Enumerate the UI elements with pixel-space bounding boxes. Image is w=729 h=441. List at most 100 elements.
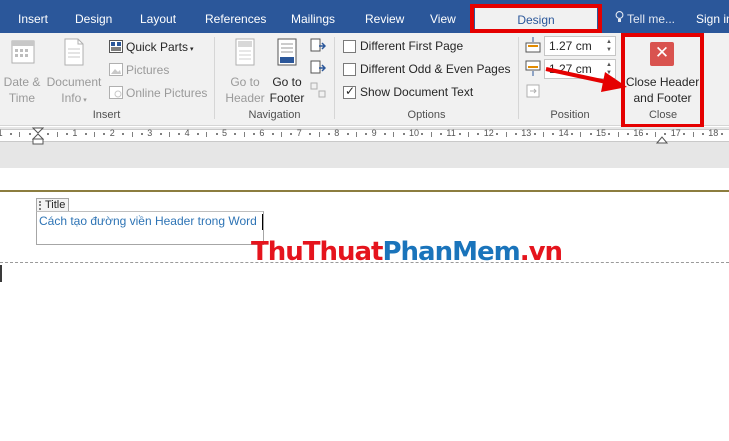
tab-layout[interactable]: Layout [140,0,176,33]
calendar-icon [11,40,35,64]
ruler-tick [655,132,657,137]
go-to-header-icon [235,38,255,66]
ruler-number: 6 [259,128,265,138]
ruler-number: 12 [483,128,494,138]
insert-alignment-tab-icon[interactable] [525,83,541,99]
ruler-tick [84,133,87,135]
pictures-label: Pictures [126,63,170,77]
ruler-tick [159,133,162,135]
ruler-number: 17 [670,128,681,138]
ruler-tick [664,133,667,135]
ruler-tick [608,133,611,135]
show-document-text-checkbox[interactable]: ✓ [343,84,356,99]
title-tag-label: Title [45,199,66,211]
document-background [0,145,729,168]
ruler-tick [47,133,50,135]
group-divider [334,37,335,119]
ruler-tick [692,132,694,137]
ruler-tick [131,132,133,137]
ruler-tick [514,133,517,135]
document-info-button[interactable]: Document Info ▾ [44,36,104,106]
header-position-icon [525,37,541,53]
title-content-control-tag[interactable]: Title [36,198,70,212]
horizontal-ruler[interactable]: 1 1 2 3 4 5 6 7 8 9 10 11 12 13 14 15 16 17 18 [0,127,729,145]
ruler-number: 1 [0,128,3,138]
ruler-number: 5 [222,128,228,138]
sign-in-link[interactable]: Sign in [696,0,729,33]
ruler-tick [430,132,432,137]
go-to-header-label-1: Go to [230,75,260,89]
ruler-tick [355,132,357,137]
ruler-tick [290,133,293,135]
go-to-header-button[interactable]: Go to Header [222,36,268,106]
text-caret [262,214,263,230]
next-section-icon[interactable] [310,60,326,76]
header-border-line [0,190,729,192]
previous-section-icon[interactable] [310,38,326,54]
document-page[interactable] [0,168,729,441]
online-pictures-button[interactable]: Online Pictures [109,85,207,101]
ruler-tick [309,133,312,135]
ruler-number: 9 [371,128,377,138]
header-position-input[interactable]: 1.27 cm ▲ ▼ [544,36,616,56]
ruler-tick [589,133,592,135]
pictures-button[interactable]: Pictures [109,62,169,78]
ruler-tick [542,132,544,137]
tab-insert[interactable]: Insert [18,0,48,33]
ruler-tick [580,132,582,137]
ruler-tick [94,132,96,137]
ruler-tick [168,132,170,137]
options-group-label: Options [407,109,446,121]
ruler-tick [9,133,12,135]
group-divider [518,37,519,119]
tell-me-box[interactable]: Tell me... [615,0,675,33]
ruler-tick [28,133,31,135]
tab-design[interactable]: Design [75,0,112,33]
go-to-footer-button[interactable]: Go to Footer [267,36,307,106]
show-document-text-label: Show Document Text [360,85,474,99]
ruler-tick [440,133,443,135]
ruler-tick [215,133,218,135]
ruler-tick [496,133,499,135]
ruler-tick [318,132,320,137]
body-text-caret [0,265,2,282]
go-to-footer-label-1: Go to [272,75,302,89]
different-odd-even-checkbox[interactable] [343,63,356,76]
ruler-tick [683,133,686,135]
document-icon [64,38,84,66]
different-odd-even-label: Different Odd & Even Pages [360,62,511,76]
ruler-tick [477,133,480,135]
ruler-tick [56,132,58,137]
tab-mailings[interactable]: Mailings [291,0,335,33]
position-group-label: Position [550,109,590,121]
tab-view[interactable]: View [430,0,456,33]
ruler-tick [701,133,704,135]
ruler-tick [402,133,405,135]
ruler-number: 14 [558,128,569,138]
ruler-number: 1 [72,128,78,138]
spinner-arrows-icon[interactable]: ▲ ▼ [605,38,613,54]
quick-parts-button[interactable]: Quick Parts ▾ [109,39,193,58]
go-to-header-label-2: Header [225,91,265,105]
ruler-number: 10 [409,128,420,138]
title-text[interactable]: Cách tạo đường viền Header trong Word [39,214,257,228]
link-to-previous-icon[interactable] [310,82,326,98]
different-first-page-checkbox[interactable] [343,40,356,53]
tab-review[interactable]: Review [365,0,404,33]
online-pictures-label: Online Pictures [126,86,208,100]
annotation-design-tab-box [470,4,602,33]
tab-references[interactable]: References [205,0,266,33]
date-time-button[interactable]: Date & Time [2,36,42,106]
ruler-number: 16 [633,128,644,138]
navigation-group-label: Navigation [248,109,301,121]
ruler-tick [645,133,648,135]
ruler-number: 15 [596,128,607,138]
ruler-tick [505,132,507,137]
ruler-tick [178,133,181,135]
ruler-number: 11 [446,128,456,138]
footer-position-icon [525,60,541,76]
ruler-tick [570,133,573,135]
ruler-number: 8 [334,128,340,138]
indent-marker-icon[interactable] [32,127,44,145]
ruler-tick [365,133,368,135]
